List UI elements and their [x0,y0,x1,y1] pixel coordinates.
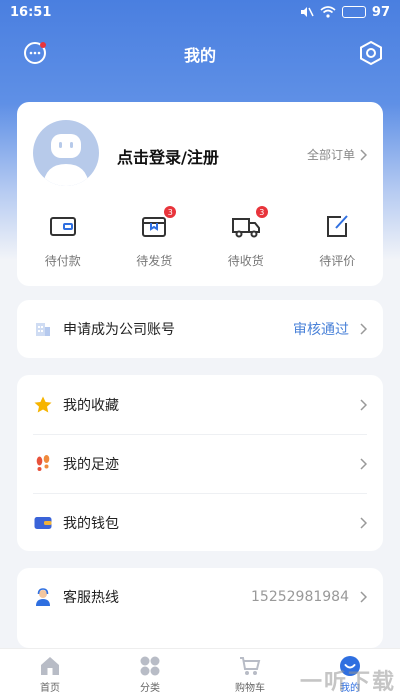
tab-category[interactable]: 分类 [100,649,200,700]
tab-cart[interactable]: 购物车 [200,649,300,700]
tab-home[interactable]: 首页 [0,649,100,700]
building-icon [36,323,50,336]
avatar[interactable] [33,120,99,186]
company-account-card[interactable]: 申请成为公司账号 审核通过 [17,300,383,358]
chevron-right-icon [360,457,367,470]
chevron-right-icon [360,516,367,529]
category-icon [140,656,160,676]
menu-item-label: 我的钱包 [63,515,119,532]
order-pending-shipment[interactable]: 3 待发货 [119,206,189,274]
footprint-icon [36,454,50,471]
order-badge: 3 [255,206,268,218]
order-label: 待评价 [319,254,356,268]
order-pending-receipt[interactable]: 3 待收货 [211,206,281,274]
message-icon[interactable] [22,40,48,66]
menu-item-favorites[interactable]: 我的收藏 [17,375,383,434]
hotline-number: 15252981984 [251,589,349,605]
menu-item-footprints[interactable]: 我的足迹 [17,434,383,493]
status-bar: 16:51 97 [0,0,400,24]
page-title: 我的 [183,46,216,65]
menu-card: 我的收藏 我的足迹 我的钱包 [17,375,383,551]
service-card: 客服热线 15252981984 [17,568,383,648]
review-status: 审核通过 [293,322,349,338]
order-label: 待收货 [227,254,264,268]
order-label: 待付款 [44,254,81,268]
package-icon-wrap: 3 [138,206,177,242]
battery-level: 97 [371,4,390,20]
watermark: 一听下载 [299,670,396,695]
order-label: 待发货 [136,254,173,268]
chevron-right-icon [360,398,367,411]
wallet-icon [49,217,76,236]
customer-service-row[interactable]: 客服热线 15252981984 [17,568,383,626]
chevron-right-icon [360,323,367,335]
customer-service-icon [36,588,50,606]
chevron-right-icon [360,148,367,161]
wifi-icon [320,6,336,18]
mute-icon [300,7,314,17]
order-pending-payment[interactable]: 待付款 [28,210,98,274]
order-status-row: 待付款 3 待发货 3 待收货 待评价 [17,206,383,274]
settings-icon[interactable] [358,40,384,66]
wallet-icon [34,516,52,529]
chevron-right-icon [360,591,367,603]
tab-label: 分类 [140,683,160,694]
order-pending-review[interactable]: 待评价 [302,210,372,274]
menu-item-wallet[interactable]: 我的钱包 [17,493,383,552]
cart-icon [240,657,261,675]
status-icons: 97 [300,5,390,20]
customer-service-label: 客服热线 [63,590,119,606]
order-badge: 3 [164,206,177,218]
home-icon [41,657,59,675]
truck-icon-wrap: 3 [230,206,268,242]
edit-icon [327,215,348,237]
all-orders-link[interactable]: 全部订单 [307,146,367,163]
profile-card: 点击登录/注册 全部订单 待付款 3 待发货 3 待收货 待评价 [17,102,383,286]
star-icon [34,396,52,412]
menu-item-label: 我的足迹 [63,456,119,473]
company-account-label: 申请成为公司账号 [63,322,175,338]
avatar-placeholder-icon [43,134,89,186]
menu-item-label: 我的收藏 [63,397,119,414]
login-register-link[interactable]: 点击登录/注册 [117,144,219,168]
company-account-row[interactable]: 申请成为公司账号 审核通过 [17,300,383,358]
battery-icon [341,6,366,18]
all-orders-label: 全部订单 [306,148,355,162]
page-header: 我的 [0,36,400,72]
tab-label: 购物车 [235,683,265,694]
tab-label: 首页 [40,683,60,694]
status-time: 16:51 [10,4,52,20]
